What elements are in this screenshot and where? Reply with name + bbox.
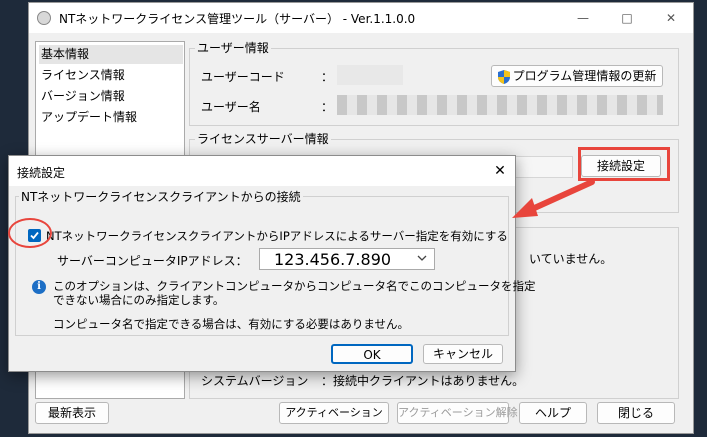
activation-button[interactable]: アクティベーション [279,402,389,424]
update-program-info-button[interactable]: プログラム管理情報の更新 [491,65,663,87]
user-name-value-redacted [337,95,663,115]
dialog-close-icon[interactable]: ✕ [485,156,515,186]
ip-address-select[interactable]: 123.456.7.890 [259,248,435,270]
user-name-label: ユーザー名 [201,100,261,114]
info-text-line3: コンピュータ名で指定できる場合は、有効にする必要はありません。 [53,317,410,331]
close-button[interactable]: 閉じる [597,402,675,424]
window-close-icon[interactable]: ✕ [649,3,693,33]
dialog-title: 接続設定 [17,166,66,180]
minimize-icon[interactable]: — [561,3,605,33]
sidebar-item-version-info[interactable]: バージョン情報 [39,87,183,106]
user-code-colon: ： [321,70,334,84]
system-version-value: ：接続中クライアントはありません。 [321,374,525,388]
connect-settings-button[interactable]: 接続設定 [581,155,661,177]
checkmark-icon [30,231,39,240]
dialog-titlebar[interactable]: 接続設定 ✕ [9,156,515,186]
user-code-label: ユーザーコード [201,70,285,84]
info-text-line2: できない場合にのみ指定します。 [53,293,225,307]
main-titlebar[interactable]: NTネットワークライセンス管理ツール（サーバー） - Ver.1.1.0.0 —… [29,3,693,33]
user-code-value-redacted [337,65,403,85]
info-icon: i [32,280,46,294]
ok-button[interactable]: OK [331,344,413,364]
app-icon [37,11,51,25]
chevron-down-icon[interactable] [416,252,428,264]
update-program-info-label: プログラム管理情報の更新 [512,69,657,83]
uac-shield-icon [497,69,510,84]
enable-ip-checkbox[interactable] [28,229,41,242]
system-version-label: システムバージョン [201,374,309,388]
connect-settings-dialog: 接続設定 ✕ NTネットワークライセンスクライアントからの接続 NTネットワーク… [8,155,536,372]
right-status-text: いていません。 [529,252,613,266]
enable-ip-checkbox-label[interactable]: NTネットワークライセンスクライアントからIPアドレスによるサーバー指定を有効に… [46,228,508,244]
refresh-button[interactable]: 最新表示 [35,402,109,424]
sidebar-item-license-info[interactable]: ライセンス情報 [39,66,183,85]
user-name-colon: ： [321,100,334,114]
ip-address-label: サーバーコンピュータIPアドレス： [57,254,248,268]
ip-address-value: 123.456.7.890 [274,250,392,269]
cancel-button[interactable]: キャンセル [423,344,503,364]
help-button[interactable]: ヘルプ [519,402,587,424]
main-window-title: NTネットワークライセンス管理ツール（サーバー） - Ver.1.1.0.0 [59,12,416,26]
sidebar-item-basic-info[interactable]: 基本情報 [39,45,183,64]
sidebar-item-update-info[interactable]: アップデート情報 [39,108,183,127]
deactivation-button: アクティベーション解除 [397,402,518,424]
client-connection-group-title: NTネットワークライセンスクライアントからの接続 [19,188,303,205]
maximize-icon[interactable]: □ [605,3,649,33]
license-server-field [515,156,573,178]
license-server-group-title: ライセンスサーバー情報 [195,130,331,147]
user-info-group-title: ユーザー情報 [195,39,271,56]
